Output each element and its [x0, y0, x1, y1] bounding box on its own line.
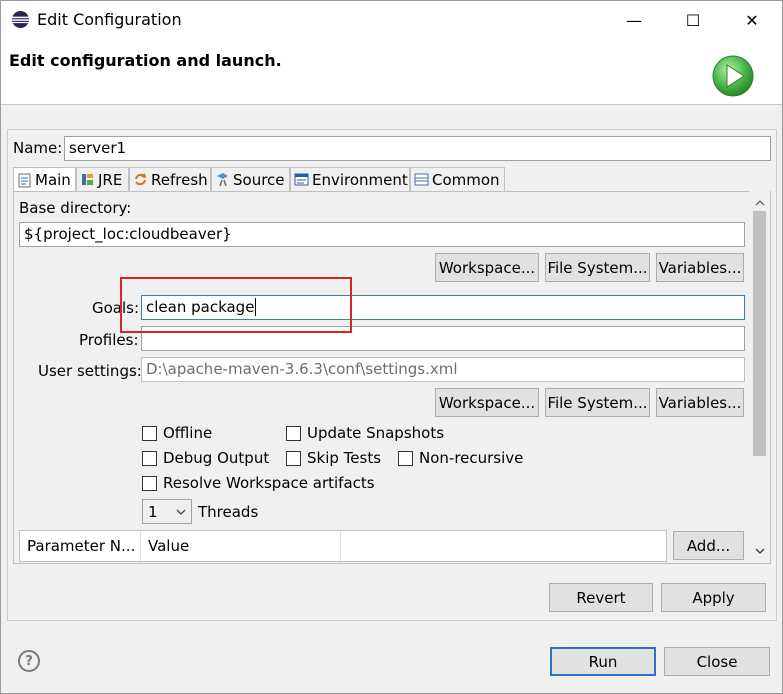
update-snapshots-box[interactable] [286, 425, 301, 441]
file-system-button-2[interactable]: File System... [545, 388, 650, 417]
name-label: Name: [13, 139, 63, 157]
skip-tests-label: Skip Tests [307, 449, 382, 467]
window-title: Edit Configuration [37, 10, 182, 29]
resolve-workspace-label: Resolve Workspace artifacts [163, 474, 375, 492]
tab-environment-label: Environment [312, 170, 408, 189]
update-snapshots-label: Update Snapshots [307, 424, 445, 442]
offline-checkbox[interactable]: Offline [142, 423, 212, 443]
column-header-value[interactable]: Value [141, 531, 341, 561]
tab-source-label: Source [233, 170, 285, 189]
scroll-thumb[interactable] [753, 211, 766, 456]
apply-button[interactable]: Apply [661, 583, 766, 612]
tab-refresh-label: Refresh [151, 170, 208, 189]
close-window-button[interactable]: ✕ [729, 1, 775, 39]
skip-tests-checkbox[interactable]: Skip Tests [286, 448, 381, 468]
non-recursive-box[interactable] [398, 450, 413, 466]
name-field[interactable]: server1 [64, 136, 771, 161]
user-settings-field[interactable]: D:\apache-maven-3.6.3\conf\settings.xml [141, 357, 745, 382]
skip-tests-box[interactable] [286, 450, 301, 466]
tab-jre[interactable]: JRE [76, 167, 129, 191]
base-directory-label: Base directory: [19, 199, 132, 217]
tab-common-label: Common [432, 170, 500, 189]
threads-label: Threads [198, 503, 259, 521]
offline-label: Offline [163, 424, 213, 442]
threads-value: 1 [148, 502, 158, 521]
edit-configuration-dialog: Edit Configuration — ☐ ✕ Edit configurat… [0, 0, 783, 694]
dialog-header: Edit configuration and launch. [1, 39, 782, 105]
minimize-icon: — [626, 10, 642, 30]
update-snapshots-checkbox[interactable]: Update Snapshots [286, 423, 444, 443]
file-system-button[interactable]: File System... [545, 253, 650, 282]
tab-jre-label: JRE [98, 170, 123, 189]
environment-icon [294, 172, 309, 187]
chevron-down-icon [175, 504, 187, 522]
jre-icon [80, 172, 95, 187]
workspace-button-2[interactable]: Workspace... [435, 388, 539, 417]
minimize-button[interactable]: — [611, 1, 657, 39]
close-icon: ✕ [745, 10, 759, 30]
offline-box[interactable] [142, 425, 157, 441]
parameters-table[interactable]: Parameter N... Value [19, 530, 667, 562]
non-recursive-checkbox[interactable]: Non-recursive [398, 448, 523, 468]
user-settings-label: User settings: [38, 362, 142, 380]
debug-output-label: Debug Output [163, 449, 270, 467]
document-icon [17, 173, 32, 188]
resolve-workspace-box[interactable] [142, 475, 157, 491]
tab-refresh[interactable]: Refresh [129, 167, 211, 191]
run-launch-icon [712, 55, 754, 97]
base-directory-field[interactable]: ${project_loc:cloudbeaver} [19, 222, 745, 247]
eclipse-icon [11, 10, 30, 29]
add-button[interactable]: Add... [673, 531, 744, 560]
resolve-workspace-checkbox[interactable]: Resolve Workspace artifacts [142, 473, 375, 493]
workspace-button[interactable]: Workspace... [435, 253, 539, 282]
variables-button-2[interactable]: Variables... [656, 388, 744, 417]
debug-output-checkbox[interactable]: Debug Output [142, 448, 269, 468]
revert-button[interactable]: Revert [549, 583, 653, 612]
tab-source[interactable]: Source [211, 167, 290, 191]
source-icon [215, 172, 230, 187]
help-icon[interactable]: ? [18, 650, 40, 672]
run-button[interactable]: Run [550, 647, 656, 676]
non-recursive-label: Non-recursive [419, 449, 524, 467]
tab-common[interactable]: Common [410, 167, 505, 191]
profiles-label: Profiles: [79, 331, 139, 349]
header-title: Edit configuration and launch. [9, 51, 282, 70]
tab-main[interactable]: Main [13, 167, 76, 192]
maximize-icon: ☐ [685, 10, 701, 30]
threads-combo[interactable]: 1 [142, 499, 192, 524]
close-button[interactable]: Close [664, 647, 770, 676]
maximize-button[interactable]: ☐ [670, 1, 716, 39]
refresh-icon [133, 172, 148, 187]
common-icon [414, 172, 429, 187]
vertical-scrollbar[interactable] [749, 191, 770, 562]
scroll-down-icon[interactable] [754, 543, 766, 561]
tab-environment[interactable]: Environment [290, 167, 410, 191]
tab-main-label: Main [35, 171, 71, 189]
variables-button[interactable]: Variables... [656, 253, 744, 282]
column-header-parameter-name[interactable]: Parameter N... [20, 531, 141, 561]
title-bar: Edit Configuration — ☐ ✕ [1, 1, 782, 39]
debug-output-box[interactable] [142, 450, 157, 466]
goals-highlight-annotation [120, 277, 352, 333]
